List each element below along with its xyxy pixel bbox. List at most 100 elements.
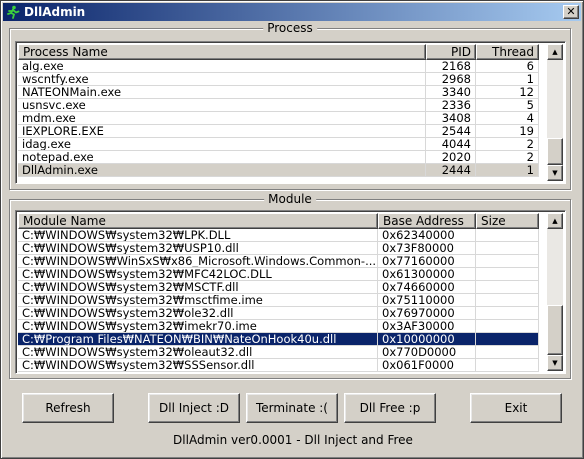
process-row[interactable]: NATEONMain.exe 3340 12 xyxy=(18,86,539,99)
module-row[interactable]: C:₩WINDOWS₩system32₩LPK.DLL 0x62340000 xyxy=(18,229,539,242)
scroll-down-button[interactable]: ▼ xyxy=(547,355,563,371)
process-cell-pid: 2020 xyxy=(426,151,476,163)
module-row[interactable]: C:₩WINDOWS₩WinSxS₩x86_Microsoft.Windows.… xyxy=(18,255,539,268)
module-cell-base: 0x74660000 xyxy=(378,281,476,293)
column-header-size[interactable]: Size xyxy=(476,213,539,229)
refresh-button[interactable]: Refresh xyxy=(22,393,114,423)
module-row[interactable]: C:₩WINDOWS₩system32₩msctfime.ime 0x751100… xyxy=(18,294,539,307)
process-group-label: Process xyxy=(263,21,317,35)
module-cell-base: 0x75110000 xyxy=(378,294,476,306)
process-cell-name: alg.exe xyxy=(18,60,426,72)
process-cell-thread: 1 xyxy=(476,164,539,176)
module-cell-name: C:₩WINDOWS₩system32₩imekr70.ime xyxy=(18,320,378,332)
exit-button[interactable]: Exit xyxy=(470,393,562,423)
module-row[interactable]: C:₩WINDOWS₩system32₩SSSensor.dll 0x061F00… xyxy=(18,359,539,372)
running-man-icon xyxy=(5,4,21,20)
module-cell-name: C:₩WINDOWS₩system32₩SSSensor.dll xyxy=(18,359,378,371)
module-rows: C:₩WINDOWS₩system32₩LPK.DLL 0x62340000 C:₩… xyxy=(18,229,539,372)
column-header-pid[interactable]: PID xyxy=(426,44,476,60)
column-header-thread[interactable]: Thread xyxy=(476,44,539,60)
process-cell-pid: 3340 xyxy=(426,86,476,98)
process-row[interactable]: idag.exe 4044 2 xyxy=(18,138,539,151)
process-cell-thread: 2 xyxy=(476,151,539,163)
process-cell-name: IEXPLORE.EXE xyxy=(18,125,426,137)
module-group-label: Module xyxy=(264,192,316,206)
module-cell-base: 0x770D0000 xyxy=(378,346,476,358)
column-header-base-address[interactable]: Base Address xyxy=(378,213,476,229)
module-cell-name: C:₩WINDOWS₩system32₩ole32.dll xyxy=(18,307,378,319)
module-cell-base: 0x61300000 xyxy=(378,268,476,280)
module-cell-base: 0x73F80000 xyxy=(378,242,476,254)
module-cell-size xyxy=(476,320,539,332)
dll-inject-button[interactable]: Dll Inject :D xyxy=(148,393,240,423)
process-cell-thread: 1 xyxy=(476,73,539,85)
scroll-down-button[interactable]: ▼ xyxy=(547,165,563,181)
module-scrollbar[interactable]: ▲ ▼ xyxy=(547,213,563,371)
module-cell-name: C:₩WINDOWS₩WinSxS₩x86_Microsoft.Windows.… xyxy=(18,255,378,267)
process-row[interactable]: mdm.exe 3408 4 xyxy=(18,112,539,125)
process-cell-pid: 2544 xyxy=(426,125,476,137)
module-row[interactable]: C:₩WINDOWS₩system32₩oleaut32.dll 0x770D00… xyxy=(18,346,539,359)
process-row[interactable]: wscntfy.exe 2968 1 xyxy=(18,73,539,86)
module-list-header: Module Name Base Address Size xyxy=(18,213,539,229)
module-cell-name: C:₩Program Files₩NATEON₩BIN₩NateOnHook40… xyxy=(18,333,378,345)
module-cell-size xyxy=(476,307,539,319)
column-header-module-name[interactable]: Module Name xyxy=(18,213,378,229)
process-cell-thread: 4 xyxy=(476,112,539,124)
process-cell-name: idag.exe xyxy=(18,138,426,150)
module-cell-size xyxy=(476,281,539,293)
dlladmin-window: DllAdmin ✕ Process Process Name PID Thre… xyxy=(0,0,584,459)
module-cell-base: 0x76970000 xyxy=(378,307,476,319)
module-cell-size xyxy=(476,294,539,306)
process-row[interactable]: IEXPLORE.EXE 2544 19 xyxy=(18,125,539,138)
process-cell-thread: 5 xyxy=(476,99,539,111)
module-cell-base: 0x061F0000 xyxy=(378,359,476,371)
window-title: DllAdmin xyxy=(24,5,86,19)
module-cell-size xyxy=(476,268,539,280)
process-cell-name: DllAdmin.exe xyxy=(18,164,426,176)
process-cell-pid: 2168 xyxy=(426,60,476,72)
module-cell-size xyxy=(476,229,539,241)
title-bar[interactable]: DllAdmin ✕ xyxy=(3,3,581,21)
process-cell-name: NATEONMain.exe xyxy=(18,86,426,98)
process-cell-name: notepad.exe xyxy=(18,151,426,163)
process-cell-thread: 12 xyxy=(476,86,539,98)
process-cell-pid: 2336 xyxy=(426,99,476,111)
process-group: Process Process Name PID Thread alg.exe 2… xyxy=(9,21,571,190)
process-row[interactable]: DllAdmin.exe 2444 1 xyxy=(18,164,539,177)
module-list[interactable]: Module Name Base Address Size C:₩WINDOWS… xyxy=(15,210,566,374)
module-group: Module Module Name Base Address Size C:₩… xyxy=(9,192,571,379)
process-scrollbar[interactable]: ▲ ▼ xyxy=(547,44,563,181)
column-header-process-name[interactable]: Process Name xyxy=(18,44,426,60)
dll-free-button[interactable]: Dll Free :p xyxy=(344,393,436,423)
module-cell-name: C:₩WINDOWS₩system32₩oleaut32.dll xyxy=(18,346,378,358)
terminate-button[interactable]: Terminate :( xyxy=(246,393,338,423)
scroll-up-button[interactable]: ▲ xyxy=(547,44,563,60)
module-cell-name: C:₩WINDOWS₩system32₩LPK.DLL xyxy=(18,229,378,241)
module-row[interactable]: C:₩WINDOWS₩system32₩USP10.dll 0x73F80000 xyxy=(18,242,539,255)
scroll-thumb[interactable] xyxy=(547,138,563,165)
module-row[interactable]: C:₩WINDOWS₩system32₩MSCTF.dll 0x74660000 xyxy=(18,281,539,294)
module-row[interactable]: C:₩Program Files₩NATEON₩BIN₩NateOnHook40… xyxy=(18,333,539,346)
module-cell-size xyxy=(476,359,539,371)
process-row[interactable]: alg.exe 2168 6 xyxy=(18,60,539,73)
module-cell-base: 0x3AF30000 xyxy=(378,320,476,332)
scroll-thumb[interactable] xyxy=(547,305,563,355)
module-cell-base: 0x77160000 xyxy=(378,255,476,267)
process-list[interactable]: Process Name PID Thread alg.exe 2168 6 wscn… xyxy=(15,41,566,184)
module-row[interactable]: C:₩WINDOWS₩system32₩ole32.dll 0x76970000 xyxy=(18,307,539,320)
process-cell-name: mdm.exe xyxy=(18,112,426,124)
module-row[interactable]: C:₩WINDOWS₩system32₩MFC42LOC.DLL 0x613000… xyxy=(18,268,539,281)
process-cell-thread: 19 xyxy=(476,125,539,137)
close-button[interactable]: ✕ xyxy=(563,5,579,19)
process-row[interactable]: usnsvc.exe 2336 5 xyxy=(18,99,539,112)
process-cell-pid: 2444 xyxy=(426,164,476,176)
scroll-up-button[interactable]: ▲ xyxy=(547,213,563,229)
module-cell-base: 0x62340000 xyxy=(378,229,476,241)
module-cell-name: C:₩WINDOWS₩system32₩MFC42LOC.DLL xyxy=(18,268,378,280)
module-row[interactable]: C:₩WINDOWS₩system32₩imekr70.ime 0x3AF3000… xyxy=(18,320,539,333)
process-row[interactable]: notepad.exe 2020 2 xyxy=(18,151,539,164)
module-cell-base: 0x10000000 xyxy=(378,333,476,345)
process-cell-pid: 4044 xyxy=(426,138,476,150)
process-cell-thread: 6 xyxy=(476,60,539,72)
